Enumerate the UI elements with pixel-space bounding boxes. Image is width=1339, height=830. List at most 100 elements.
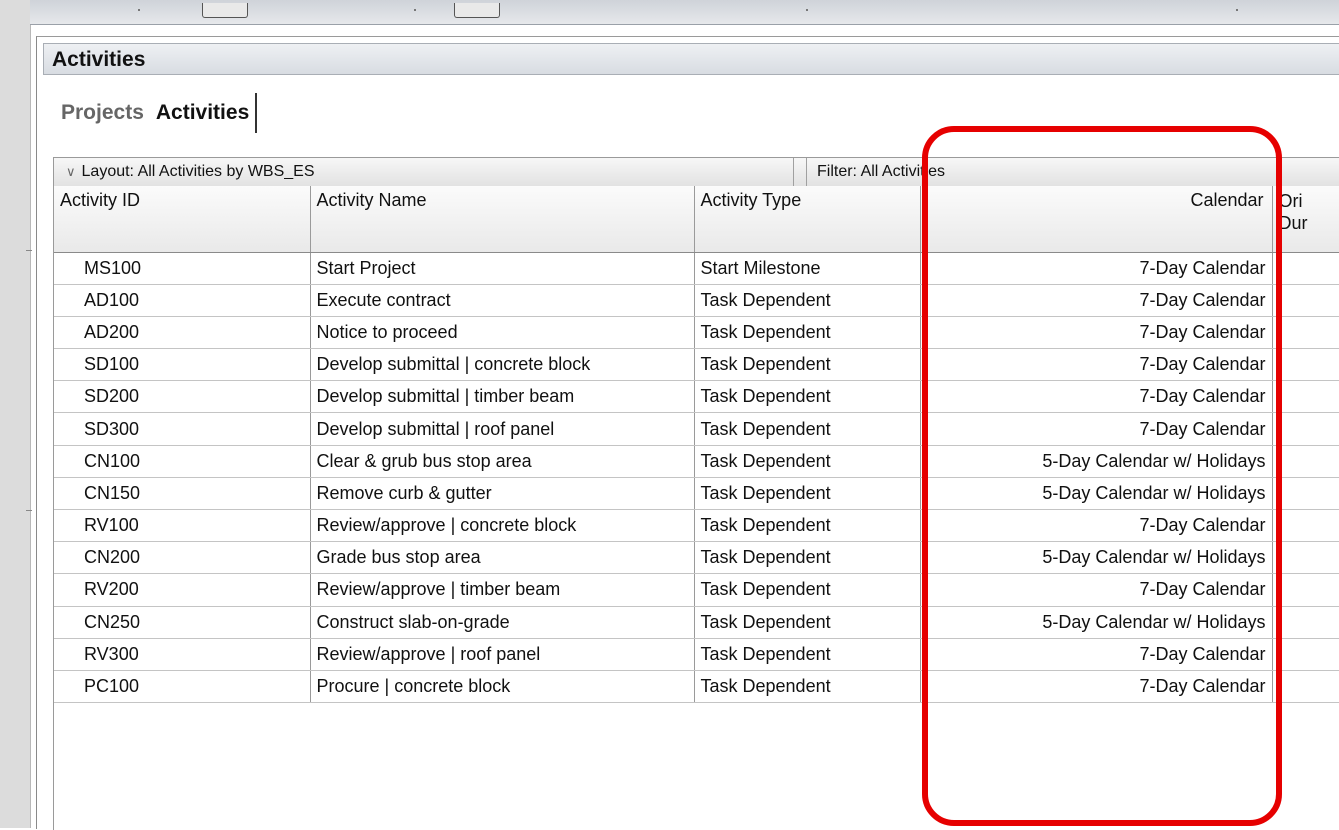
cell-activity-name[interactable]: Develop submittal | timber beam (310, 380, 695, 414)
cell-activity-type[interactable]: Task Dependent (694, 284, 921, 317)
table-row[interactable]: SD200 Develop submittal | timber beam Task… (54, 380, 1339, 414)
cell-activity-type[interactable]: Start Milestone (694, 252, 921, 285)
toolbar-separator (138, 9, 140, 11)
toolbar-separator (806, 9, 808, 11)
cell-activity-type[interactable]: Task Dependent (694, 509, 921, 543)
cell-activity-id[interactable]: PC100 (54, 670, 311, 704)
cell-activity-name[interactable]: Notice to proceed (310, 316, 695, 350)
table-row[interactable]: PC100 Procure | concrete block Task Depend… (54, 670, 1339, 704)
column-header-activity-type[interactable]: Activity Type (694, 186, 921, 253)
cell-activity-name[interactable]: Clear & grub bus stop area (310, 445, 695, 478)
table-row[interactable]: SD100 Develop submittal | concrete block T… (54, 348, 1339, 382)
tab-activities[interactable]: Activities (150, 93, 258, 133)
cell-original-duration[interactable] (1272, 477, 1339, 511)
filter-label[interactable]: Filter: All Activities (806, 158, 945, 186)
cell-activity-name[interactable]: Review/approve | concrete block (310, 509, 695, 543)
cell-activity-id[interactable]: MS100 (54, 252, 311, 285)
cell-calendar[interactable]: 5-Day Calendar w/ Holidays (920, 541, 1273, 575)
cell-calendar[interactable]: 7-Day Calendar (920, 638, 1273, 671)
cell-activity-id[interactable]: RV300 (54, 638, 311, 671)
cell-original-duration[interactable] (1272, 541, 1339, 575)
cell-original-duration[interactable] (1272, 509, 1339, 543)
table-row[interactable]: RV200 Review/approve | timber beam Task De… (54, 573, 1339, 607)
cell-original-duration[interactable] (1272, 670, 1339, 704)
column-header-original-duration[interactable]: Ori Dur (1272, 186, 1339, 253)
cell-activity-name[interactable]: Remove curb & gutter (310, 477, 695, 511)
table-row[interactable]: RV100 Review/approve | concrete block Task… (54, 509, 1339, 543)
layout-label: Layout: All Activities by WBS_ES (81, 163, 315, 180)
toolbar-button[interactable] (202, 3, 248, 18)
cell-original-duration[interactable] (1272, 316, 1339, 350)
table-row[interactable]: CN150 Remove curb & gutter Task Dependent 5… (54, 477, 1339, 511)
cell-activity-id[interactable]: CN250 (54, 606, 311, 639)
cell-calendar[interactable]: 5-Day Calendar w/ Holidays (920, 477, 1273, 511)
cell-activity-id[interactable]: AD100 (54, 284, 311, 317)
cell-original-duration[interactable] (1272, 348, 1339, 382)
cell-activity-id[interactable]: SD200 (54, 380, 311, 414)
cell-calendar[interactable]: 7-Day Calendar (920, 670, 1273, 704)
cell-original-duration[interactable] (1272, 638, 1339, 671)
cell-activity-name[interactable]: Review/approve | timber beam (310, 573, 695, 607)
cell-calendar[interactable]: 5-Day Calendar w/ Holidays (920, 445, 1273, 478)
cell-activity-type[interactable]: Task Dependent (694, 348, 921, 382)
cell-calendar[interactable]: 7-Day Calendar (920, 316, 1273, 350)
cell-activity-type[interactable]: Task Dependent (694, 670, 921, 704)
cell-activity-id[interactable]: RV200 (54, 573, 311, 607)
cell-activity-id[interactable]: RV100 (54, 509, 311, 543)
cell-activity-type[interactable]: Task Dependent (694, 638, 921, 671)
cell-calendar[interactable]: 5-Day Calendar w/ Holidays (920, 606, 1273, 639)
layout-selector[interactable]: ∨ Layout: All Activities by WBS_ES (54, 158, 794, 186)
cell-activity-name[interactable]: Start Project (310, 252, 695, 285)
table-row[interactable]: AD200 Notice to proceed Task Dependent 7-Da… (54, 316, 1339, 350)
cell-original-duration[interactable] (1272, 380, 1339, 414)
cell-original-duration[interactable] (1272, 573, 1339, 607)
cell-activity-name[interactable]: Construct slab-on-grade (310, 606, 695, 639)
cell-original-duration[interactable] (1272, 412, 1339, 446)
table-row[interactable]: AD100 Execute contract Task Dependent 7-Day… (54, 284, 1339, 317)
toolbar-button[interactable] (454, 3, 500, 18)
chevron-down-icon[interactable]: ∨ (66, 158, 76, 186)
cell-calendar[interactable]: 7-Day Calendar (920, 573, 1273, 607)
column-header-activity-name[interactable]: Activity Name (310, 186, 695, 253)
cell-calendar[interactable]: 7-Day Calendar (920, 348, 1273, 382)
table-row[interactable]: CN250 Construct slab-on-grade Task Depende… (54, 606, 1339, 639)
cell-activity-type[interactable]: Task Dependent (694, 412, 921, 446)
table-row[interactable]: CN100 Clear & grub bus stop area Task Depe… (54, 445, 1339, 478)
cell-activity-name[interactable]: Review/approve | roof panel (310, 638, 695, 671)
cell-original-duration[interactable] (1272, 284, 1339, 317)
cell-activity-type[interactable]: Task Dependent (694, 445, 921, 478)
cell-calendar[interactable]: 7-Day Calendar (920, 380, 1273, 414)
cell-activity-id[interactable]: CN150 (54, 477, 311, 511)
table-row[interactable]: SD300 Develop submittal | roof panel Task … (54, 412, 1339, 446)
cell-original-duration[interactable] (1272, 445, 1339, 478)
cell-activity-id[interactable]: CN200 (54, 541, 311, 575)
cell-calendar[interactable]: 7-Day Calendar (920, 412, 1273, 446)
tab-projects[interactable]: Projects (55, 93, 150, 133)
column-header-line: Dur (1278, 213, 1308, 233)
cell-activity-id[interactable]: SD300 (54, 412, 311, 446)
cell-activity-type[interactable]: Task Dependent (694, 477, 921, 511)
cell-activity-type[interactable]: Task Dependent (694, 380, 921, 414)
cell-activity-name[interactable]: Develop submittal | roof panel (310, 412, 695, 446)
table-row[interactable]: CN200 Grade bus stop area Task Dependent 5-… (54, 541, 1339, 575)
cell-activity-id[interactable]: CN100 (54, 445, 311, 478)
table-row[interactable]: MS100 Start Project Start Milestone 7-Day C… (54, 252, 1339, 285)
cell-activity-name[interactable]: Procure | concrete block (310, 670, 695, 704)
cell-activity-id[interactable]: SD100 (54, 348, 311, 382)
cell-activity-type[interactable]: Task Dependent (694, 541, 921, 575)
cell-activity-id[interactable]: AD200 (54, 316, 311, 350)
cell-activity-name[interactable]: Develop submittal | concrete block (310, 348, 695, 382)
cell-activity-type[interactable]: Task Dependent (694, 316, 921, 350)
cell-calendar[interactable]: 7-Day Calendar (920, 252, 1273, 285)
cell-activity-name[interactable]: Grade bus stop area (310, 541, 695, 575)
cell-original-duration[interactable] (1272, 252, 1339, 285)
column-header-calendar[interactable]: Calendar (920, 186, 1273, 253)
cell-activity-type[interactable]: Task Dependent (694, 606, 921, 639)
cell-calendar[interactable]: 7-Day Calendar (920, 284, 1273, 317)
cell-calendar[interactable]: 7-Day Calendar (920, 509, 1273, 543)
column-header-activity-id[interactable]: Activity ID (54, 186, 311, 253)
cell-activity-type[interactable]: Task Dependent (694, 573, 921, 607)
table-row[interactable]: RV300 Review/approve | roof panel Task Dep… (54, 638, 1339, 671)
cell-activity-name[interactable]: Execute contract (310, 284, 695, 317)
cell-original-duration[interactable] (1272, 606, 1339, 639)
